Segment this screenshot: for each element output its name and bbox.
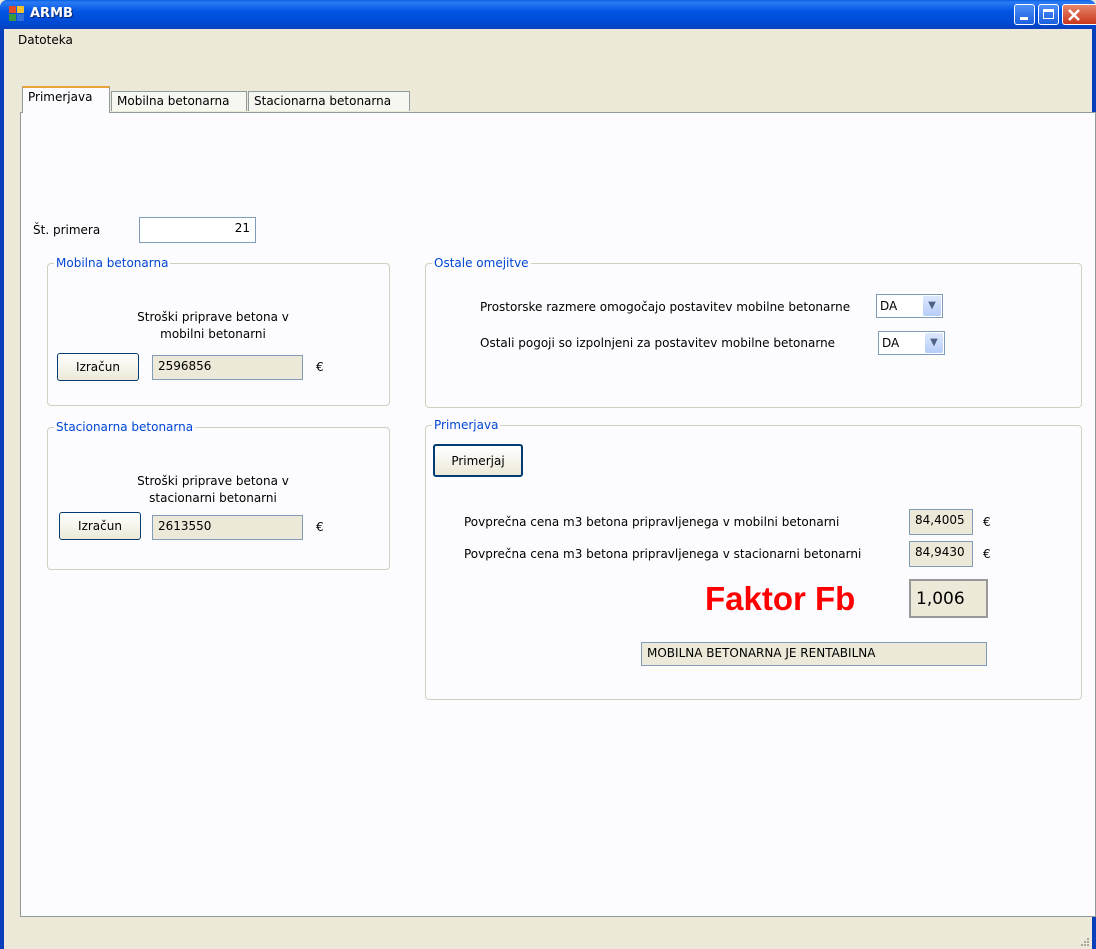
app-icon [9, 6, 25, 22]
stationary-cost-description-line1: Stroški priprave betona v [137, 474, 289, 488]
maximize-icon [1043, 9, 1054, 19]
avg-mobile-price-currency: € [983, 515, 991, 529]
avg-mobile-price-value[interactable]: 84,4005 [909, 509, 973, 535]
avg-stationary-price-currency: € [983, 547, 991, 561]
stationary-cost-value[interactable]: 2613550 [152, 515, 303, 540]
tab-mobilna-betonarna[interactable]: Mobilna betonarna [111, 91, 247, 111]
spatial-conditions-label: Prostorske razmere omogočajo postavitev … [480, 300, 851, 314]
tab-primerjava[interactable]: Primerjava [22, 86, 110, 113]
factor-fb-value[interactable]: 1,006 [909, 579, 988, 618]
avg-mobile-price-label: Povprečna cena m3 betona pripravljenega … [464, 515, 840, 529]
window-title: ARMB [30, 6, 73, 21]
other-conditions-value: DA [882, 336, 900, 350]
avg-stationary-price-label: Povprečna cena m3 betona pripravljenega … [464, 547, 862, 561]
spatial-conditions-select[interactable]: DA ▼ [876, 294, 943, 318]
stationary-calculate-button[interactable]: Izračun [59, 512, 141, 540]
other-conditions-select[interactable]: DA ▼ [878, 331, 945, 355]
result-message[interactable]: MOBILNA BETONARNA JE RENTABILNA [641, 642, 987, 666]
mobile-plant-group-title: Mobilna betonarna [54, 256, 171, 270]
stationary-plant-group-title: Stacionarna betonarna [54, 420, 196, 434]
compare-button[interactable]: Primerjaj [433, 444, 523, 477]
avg-stationary-price-value[interactable]: 84,9430 [909, 541, 973, 567]
status-bar [4, 917, 1092, 949]
other-conditions-label: Ostali pogoji so izpolnjeni za postavite… [480, 336, 836, 350]
menu-file[interactable]: Datoteka [18, 33, 73, 47]
close-button[interactable] [1062, 4, 1096, 25]
minimize-button[interactable] [1014, 4, 1035, 25]
title-bar[interactable]: ARMB [0, 0, 1096, 29]
mobile-cost-description-line2: mobilni betonarni [160, 327, 266, 341]
tab-stacionarna-betonarna[interactable]: Stacionarna betonarna [248, 91, 410, 111]
comparison-group: Primerjava Primerjaj Povprečna cena m3 b… [425, 418, 1082, 700]
factor-fb-label: Faktor Fb [705, 580, 856, 617]
chevron-down-icon[interactable]: ▼ [923, 296, 941, 316]
mobile-calculate-button[interactable]: Izračun [57, 353, 139, 381]
tab-page-primerjava: Št. primera 21 Mobilna betonarna Stroški… [20, 112, 1096, 917]
menu-bar: Datoteka [4, 29, 1092, 51]
chevron-down-icon[interactable]: ▼ [925, 333, 943, 353]
example-number-input[interactable]: 21 [139, 217, 256, 243]
minimize-icon [1020, 17, 1028, 20]
example-number-label: Št. primera [33, 223, 101, 237]
window-frame-left [0, 29, 4, 949]
mobile-cost-value[interactable]: 2596856 [152, 355, 303, 380]
resize-grip-icon[interactable] [1080, 937, 1090, 947]
stationary-cost-currency: € [316, 520, 324, 534]
mobile-plant-group: Mobilna betonarna Stroški priprave beton… [47, 256, 390, 406]
stationary-cost-description-line2: stacionarni betonarni [149, 491, 277, 505]
close-icon [1068, 9, 1080, 21]
stationary-plant-group: Stacionarna betonarna Stroški priprave b… [47, 420, 390, 570]
other-constraints-group-title: Ostale omejitve [432, 256, 531, 270]
mobile-cost-currency: € [316, 360, 324, 374]
mobile-cost-description-line1: Stroški priprave betona v [137, 310, 289, 324]
maximize-button[interactable] [1038, 4, 1059, 25]
spatial-conditions-value: DA [880, 299, 898, 313]
comparison-group-title: Primerjava [432, 418, 501, 432]
other-constraints-group: Ostale omejitve Prostorske razmere omogo… [425, 256, 1082, 408]
